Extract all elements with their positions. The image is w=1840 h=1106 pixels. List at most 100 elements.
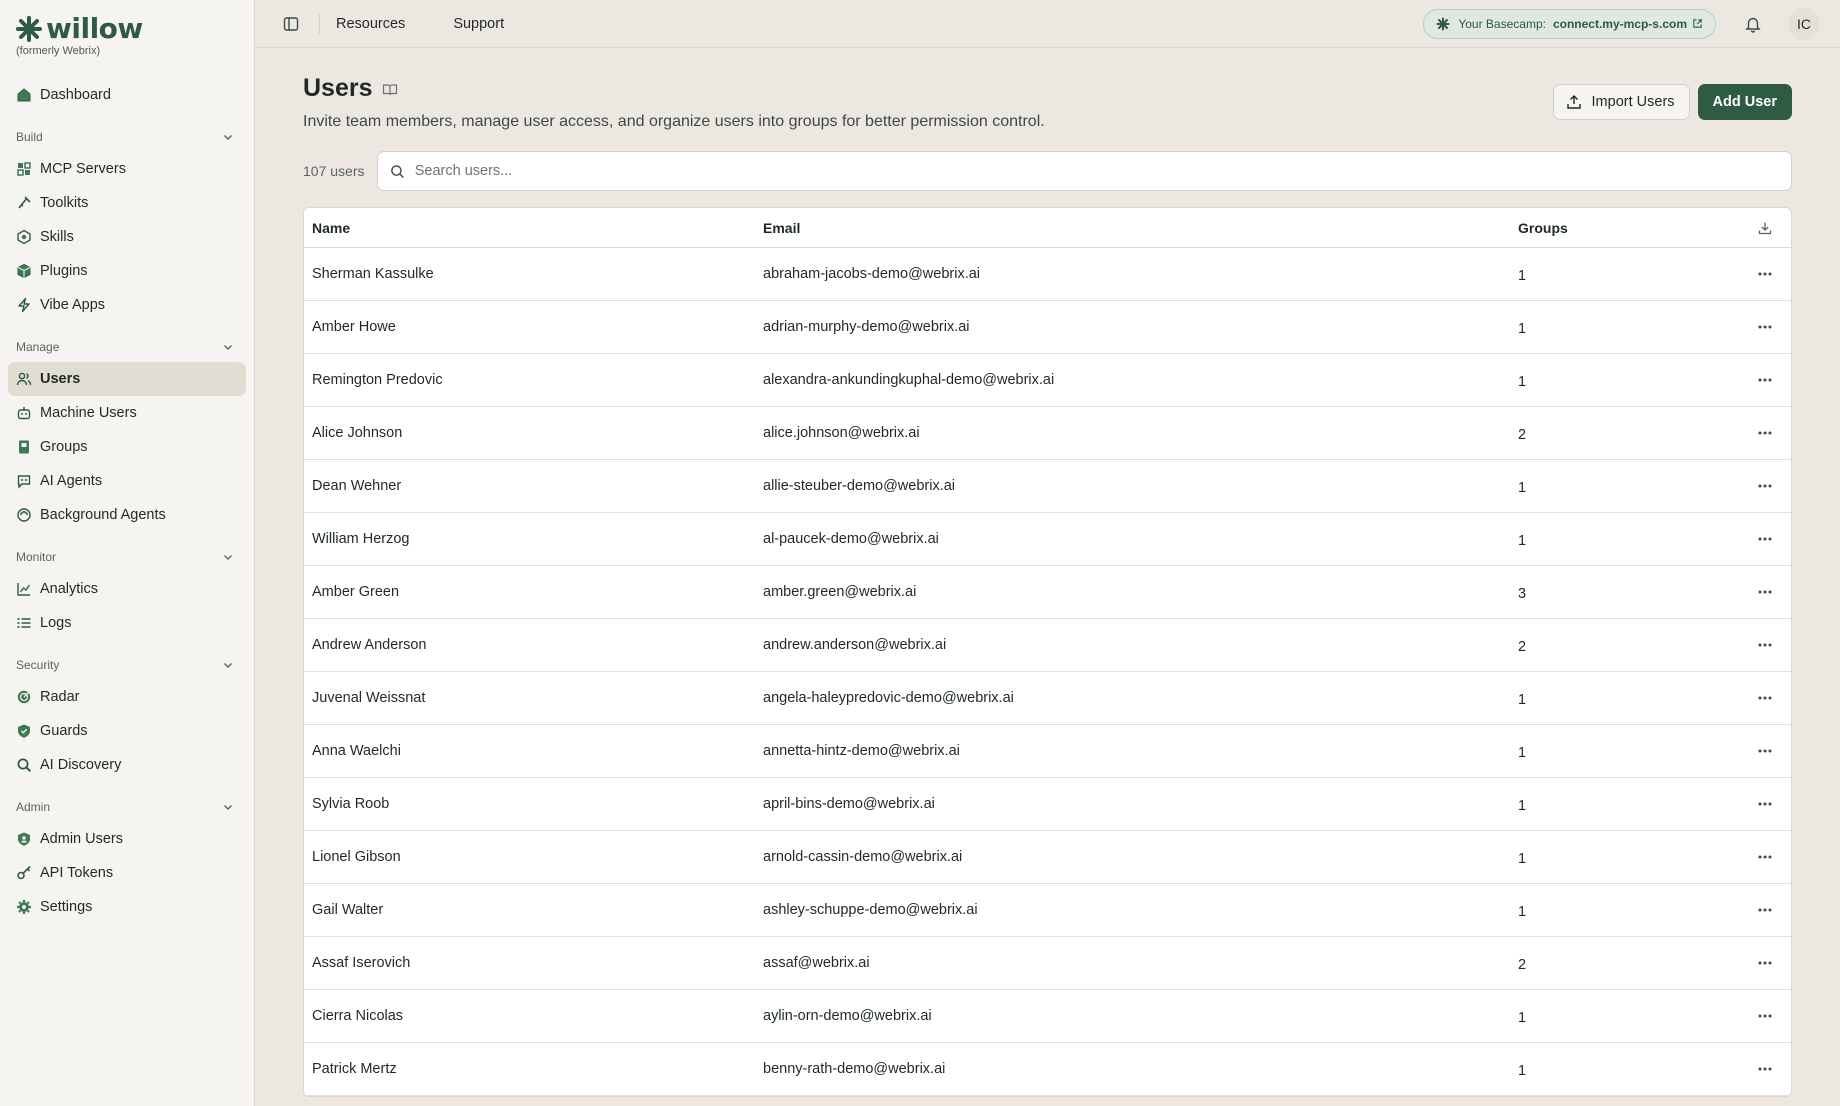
more-actions-button[interactable] bbox=[1758, 431, 1772, 435]
sidebar-item-label: Dashboard bbox=[40, 87, 111, 103]
table-row[interactable]: Sherman Kassulke abraham-jacobs-demo@webr… bbox=[304, 248, 1791, 301]
table-row[interactable]: Andrew Anderson andrew.anderson@webrix.ai… bbox=[304, 619, 1791, 672]
table-row[interactable]: Anna Waelchi annetta-hintz-demo@webrix.ai… bbox=[304, 725, 1791, 778]
sidebar-item-label: Guards bbox=[40, 723, 88, 739]
download-icon[interactable] bbox=[1758, 221, 1772, 235]
section-manage[interactable]: Manage bbox=[8, 332, 246, 362]
notifications-bell-icon[interactable] bbox=[1744, 15, 1762, 33]
sidebar-item-guards[interactable]: Guards bbox=[8, 714, 246, 748]
table-row[interactable]: Sylvia Roob april-bins-demo@webrix.ai 1 bbox=[304, 778, 1791, 831]
upload-icon bbox=[1566, 95, 1581, 109]
user-groups-count: 3 bbox=[1518, 586, 1527, 602]
more-actions-button[interactable] bbox=[1758, 961, 1772, 965]
user-avatar[interactable]: IC bbox=[1788, 7, 1820, 40]
more-horizontal-icon bbox=[1758, 590, 1772, 594]
user-groups-count: 2 bbox=[1518, 957, 1527, 973]
logo[interactable]: willow bbox=[8, 14, 246, 44]
add-user-button[interactable]: Add User bbox=[1697, 84, 1792, 120]
sidebar-item-users[interactable]: Users bbox=[8, 362, 246, 396]
sidebar-toggle-button[interactable] bbox=[281, 14, 301, 34]
table-row[interactable]: Juvenal Weissnat angela-haleypredovic-dem… bbox=[304, 672, 1791, 725]
section-admin[interactable]: Admin bbox=[8, 792, 246, 822]
section-security[interactable]: Security bbox=[8, 650, 246, 680]
sidebar-item-plugins[interactable]: Plugins bbox=[8, 254, 246, 288]
user-email: aylin-orn-demo@webrix.ai bbox=[763, 1008, 932, 1024]
section-monitor[interactable]: Monitor bbox=[8, 542, 246, 572]
search-icon bbox=[16, 757, 32, 773]
sidebar-item-label: AI Agents bbox=[40, 473, 103, 489]
table-row[interactable]: William Herzog al-paucek-demo@webrix.ai 1 bbox=[304, 513, 1791, 566]
user-name: Assaf Iserovich bbox=[312, 955, 411, 971]
more-actions-button[interactable] bbox=[1758, 1014, 1772, 1018]
section-label: Security bbox=[16, 658, 60, 672]
shield-icon bbox=[16, 723, 32, 739]
table-row[interactable]: Gail Walter ashley-schuppe-demo@webrix.ai… bbox=[304, 884, 1791, 937]
column-header-email[interactable]: Email bbox=[763, 220, 1518, 236]
more-horizontal-icon bbox=[1758, 855, 1772, 859]
user-name: Sylvia Roob bbox=[312, 796, 390, 812]
import-users-button[interactable]: Import Users bbox=[1552, 84, 1690, 120]
section-build[interactable]: Build bbox=[8, 122, 246, 152]
sidebar-item-machine-users[interactable]: Machine Users bbox=[8, 396, 246, 430]
section-label: Admin bbox=[16, 800, 51, 814]
sidebar-item-vibe-apps[interactable]: Vibe Apps bbox=[8, 288, 246, 322]
sidebar-item-ai-discovery[interactable]: AI Discovery bbox=[8, 748, 246, 782]
sidebar-item-admin-users[interactable]: Admin Users bbox=[8, 822, 246, 856]
user-email: adrian-murphy-demo@webrix.ai bbox=[763, 319, 970, 335]
sidebar-item-settings[interactable]: Settings bbox=[8, 890, 246, 924]
more-actions-button[interactable] bbox=[1758, 749, 1772, 753]
sidebar-item-analytics[interactable]: Analytics bbox=[8, 572, 246, 606]
column-header-name[interactable]: Name bbox=[304, 220, 763, 236]
more-actions-button[interactable] bbox=[1758, 802, 1772, 806]
user-name: Cierra Nicolas bbox=[312, 1008, 404, 1024]
sidebar-item-radar[interactable]: Radar bbox=[8, 680, 246, 714]
more-actions-button[interactable] bbox=[1758, 643, 1772, 647]
user-groups-count: 1 bbox=[1518, 1010, 1527, 1026]
more-actions-button[interactable] bbox=[1758, 1067, 1772, 1071]
support-link[interactable]: Support bbox=[453, 16, 504, 32]
section-label: Build bbox=[16, 130, 43, 144]
table-row[interactable]: Lionel Gibson arnold-cassin-demo@webrix.a… bbox=[304, 831, 1791, 884]
more-actions-button[interactable] bbox=[1758, 378, 1772, 382]
sidebar-item-ai-agents[interactable]: AI Agents bbox=[8, 464, 246, 498]
sidebar-item-api-tokens[interactable]: API Tokens bbox=[8, 856, 246, 890]
more-actions-button[interactable] bbox=[1758, 484, 1772, 488]
sidebar-item-background-agents[interactable]: Background Agents bbox=[8, 498, 246, 532]
table-row[interactable]: Amber Howe adrian-murphy-demo@webrix.ai 1 bbox=[304, 301, 1791, 354]
table-row[interactable]: Patrick Mertz benny-rath-demo@webrix.ai 1 bbox=[304, 1043, 1791, 1096]
external-link-icon[interactable] bbox=[1692, 18, 1703, 29]
table-row[interactable]: Dean Wehner allie-steuber-demo@webrix.ai 1 bbox=[304, 460, 1791, 513]
search-input[interactable] bbox=[414, 163, 1791, 179]
user-name: Dean Wehner bbox=[312, 478, 402, 494]
resources-link[interactable]: Resources bbox=[336, 16, 405, 32]
table-row[interactable]: Cierra Nicolas aylin-orn-demo@webrix.ai 1 bbox=[304, 990, 1791, 1043]
sidebar-item-dashboard[interactable]: Dashboard bbox=[8, 78, 246, 112]
more-actions-button[interactable] bbox=[1758, 590, 1772, 594]
table-row[interactable]: Amber Green amber.green@webrix.ai 3 bbox=[304, 566, 1791, 619]
user-name: Patrick Mertz bbox=[312, 1061, 397, 1077]
sidebar-item-toolkits[interactable]: Toolkits bbox=[8, 186, 246, 220]
search-icon bbox=[391, 164, 404, 178]
docs-book-icon[interactable] bbox=[382, 82, 398, 98]
table-row[interactable]: Assaf Iserovich assaf@webrix.ai 2 bbox=[304, 937, 1791, 990]
more-actions-button[interactable] bbox=[1758, 696, 1772, 700]
table-row[interactable]: Remington Predovic alexandra-ankundingkup… bbox=[304, 354, 1791, 407]
basecamp-link[interactable]: connect.my-mcp-s.com bbox=[1553, 17, 1687, 31]
more-actions-button[interactable] bbox=[1758, 325, 1772, 329]
sidebar-item-groups[interactable]: Groups bbox=[8, 430, 246, 464]
more-actions-button[interactable] bbox=[1758, 537, 1772, 541]
user-groups-count: 1 bbox=[1518, 904, 1527, 920]
table-row[interactable]: Alice Johnson alice.johnson@webrix.ai 2 bbox=[304, 407, 1791, 460]
gear-icon bbox=[16, 899, 32, 915]
more-horizontal-icon bbox=[1758, 431, 1772, 435]
user-email: benny-rath-demo@webrix.ai bbox=[763, 1061, 946, 1077]
more-actions-button[interactable] bbox=[1758, 908, 1772, 912]
user-email: andrew.anderson@webrix.ai bbox=[763, 637, 947, 653]
more-actions-button[interactable] bbox=[1758, 272, 1772, 276]
sidebar-item-mcp-servers[interactable]: MCP Servers bbox=[8, 152, 246, 186]
sidebar-item-skills[interactable]: Skills bbox=[8, 220, 246, 254]
user-name: Anna Waelchi bbox=[312, 743, 401, 759]
more-actions-button[interactable] bbox=[1758, 855, 1772, 859]
column-header-groups[interactable]: Groups bbox=[1518, 220, 1739, 236]
sidebar-item-logs[interactable]: Logs bbox=[8, 606, 246, 640]
